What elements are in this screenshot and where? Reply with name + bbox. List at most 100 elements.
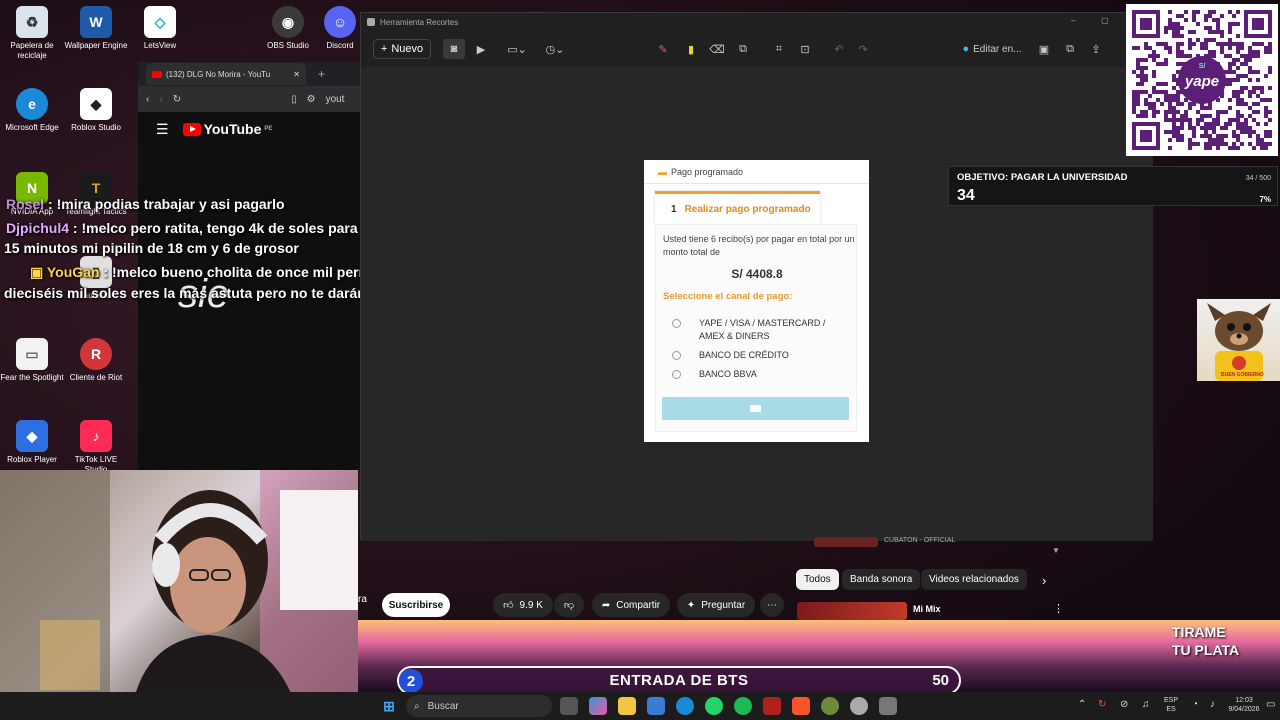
chip-videos-relacionados[interactable]: Videos relacionados [921, 569, 1027, 590]
notifications-icon[interactable]: ▭ [1266, 700, 1275, 710]
microphone-icon[interactable]: ♫ [1142, 700, 1150, 710]
timer-icon[interactable]: ◷⌄ [543, 39, 567, 59]
qr-module [1204, 134, 1208, 138]
desktop-icon-obs[interactable]: ◉ OBS Studio [256, 6, 320, 51]
radio-button[interactable] [672, 370, 681, 379]
highlighter-icon[interactable]: ▮ [681, 39, 701, 59]
qr-module [1204, 146, 1208, 150]
close-tab-icon[interactable]: ✕ [293, 70, 300, 79]
bookmark-icon[interactable]: ▯ [291, 94, 297, 105]
chevron-right-icon[interactable]: › [1042, 573, 1046, 588]
sync-icon[interactable]: ↻ [1098, 700, 1106, 710]
app-icon[interactable] [850, 697, 868, 715]
desktop-icon-roblox-player[interactable]: ◆ Roblox Player [0, 420, 64, 465]
desktop-icon-wallpaper-engine[interactable]: W Wallpaper Engine [64, 6, 128, 51]
new-tab-icon[interactable]: + [318, 67, 325, 81]
qr-module [1204, 122, 1208, 126]
payment-option-bbva[interactable]: BANCO BBVA [672, 368, 757, 381]
reload-icon[interactable]: ↻ [173, 94, 181, 105]
site-settings-icon[interactable]: ⚙ [307, 94, 316, 105]
video-mode-icon[interactable]: ▶ [471, 39, 491, 59]
edge-taskbar-icon[interactable] [676, 697, 694, 715]
payment-option-bcp[interactable]: BANCO DE CRÉDITO [672, 349, 789, 362]
item-menu-icon[interactable]: ⋮ [1053, 602, 1064, 615]
volume-icon[interactable]: ♪ [1210, 700, 1215, 710]
minimize-icon[interactable]: – [1071, 16, 1075, 25]
qr-module [1268, 66, 1272, 70]
chip-banda-sonora[interactable]: Banda sonora [842, 569, 921, 590]
like-button[interactable]: 👍︎ 9.9 K [493, 593, 553, 617]
taskbar-search[interactable]: ⌕ Buscar [406, 695, 552, 717]
wifi-icon[interactable]: ◔ [1192, 700, 1198, 710]
radio-button[interactable] [672, 351, 681, 360]
subscribe-button[interactable]: Suscribirse [382, 593, 450, 617]
qr-module [1188, 106, 1192, 110]
youtube-logo[interactable]: YouTube PE [182, 121, 272, 137]
store-icon[interactable] [647, 697, 665, 715]
undo-icon[interactable]: ↶ [829, 39, 849, 59]
language-indicator[interactable]: ESP ES [1164, 696, 1178, 714]
qr-module [1184, 10, 1188, 14]
qr-module [1260, 142, 1264, 146]
desktop-icon-riot[interactable]: R Cliente de Riot [64, 338, 128, 383]
playlist-thumb[interactable] [814, 537, 878, 547]
copilot-icon[interactable] [589, 697, 607, 715]
new-snip-button[interactable]: + Nuevo [373, 39, 431, 59]
edit-in-button[interactable]: ● Editar en... [959, 39, 1025, 59]
payment-option-yape[interactable]: YAPE / VISA / MASTERCARD / AMEX & DINERS [672, 317, 842, 343]
brave-icon[interactable] [792, 697, 810, 715]
qr-module [1180, 122, 1184, 126]
desktop-icon-fear-spotlight[interactable]: ▭ Fear the Spotlight [0, 338, 64, 383]
app-icon[interactable] [763, 697, 781, 715]
chip-todos[interactable]: Todos [796, 569, 839, 590]
screenshot-mode-icon[interactable]: ◙ [443, 39, 465, 59]
desktop-icon-tiktok[interactable]: ♪ TikTok LIVE Studio [64, 420, 128, 475]
qr-module [1168, 130, 1172, 134]
pay-button[interactable] [662, 397, 849, 420]
save-icon[interactable]: ▣ [1035, 39, 1053, 59]
qr-module [1132, 106, 1136, 110]
playlist-item[interactable]: Mi Mix ⋮ [797, 600, 1067, 620]
app-icon[interactable] [821, 697, 839, 715]
menu-icon[interactable]: ☰ [156, 121, 169, 138]
desktop-icon-letsview[interactable]: ◇ LetsView [128, 6, 192, 51]
desktop-icon-edge[interactable]: e Microsoft Edge [0, 88, 64, 133]
copy-icon[interactable]: ⧉ [1061, 39, 1079, 59]
url-field[interactable]: yout [326, 94, 345, 105]
more-actions-button[interactable]: ⋯ [760, 593, 784, 617]
radio-button[interactable] [672, 319, 681, 328]
qr-module [1180, 134, 1184, 138]
share-button[interactable]: ➦ Compartir [592, 593, 670, 617]
eraser-icon[interactable]: ⌫ [707, 39, 727, 59]
redo-icon[interactable]: ↷ [853, 39, 873, 59]
windows-start-icon[interactable]: ⊞ [380, 697, 398, 715]
shape-select-icon[interactable]: ▭⌄ [505, 39, 529, 59]
task-view-icon[interactable] [560, 697, 578, 715]
desktop-icon-recycle-bin[interactable]: ♻ Papelera de reciclaje [0, 6, 64, 61]
ask-button[interactable]: ✦ Preguntar [677, 593, 755, 617]
desktop-icon-roblox-studio[interactable]: ◆ Roblox Studio [64, 88, 128, 133]
chevron-up-icon[interactable]: ⌃ [1078, 700, 1086, 710]
clock[interactable]: 12:03 9/04/2026 [1226, 696, 1262, 714]
qr-module [1264, 98, 1268, 102]
shapes-icon[interactable]: ⧉ [733, 39, 753, 59]
text-actions-icon[interactable]: ⊡ [795, 39, 815, 59]
desktop-icon-discord[interactable]: ☺ Discord [320, 6, 360, 51]
share-icon[interactable]: ⇪ [1087, 39, 1105, 59]
file-explorer-icon[interactable] [618, 697, 636, 715]
crop-icon[interactable]: ⌗ [769, 39, 789, 59]
qr-module [1232, 78, 1236, 82]
spotify-icon[interactable] [734, 697, 752, 715]
whatsapp-icon[interactable] [705, 697, 723, 715]
browser-tab[interactable]: (132) DLG No Morira - YouTu ✕ [146, 63, 306, 85]
forward-icon[interactable]: › [159, 94, 162, 105]
pen-icon[interactable]: ✎ [653, 39, 673, 59]
chevron-down-icon[interactable]: ▼ [1052, 546, 1060, 555]
bts-label: ENTRADA DE BTS [609, 672, 749, 689]
snipping-taskbar-icon[interactable] [879, 697, 897, 715]
maximize-icon[interactable]: ▢ [1101, 16, 1109, 25]
network-off-icon[interactable]: ⊘ [1120, 700, 1128, 710]
back-icon[interactable]: ‹ [146, 94, 149, 105]
dislike-button[interactable]: 👎︎ [554, 593, 584, 617]
payment-step-tab[interactable]: 1 Realizar pago programado [655, 191, 820, 224]
